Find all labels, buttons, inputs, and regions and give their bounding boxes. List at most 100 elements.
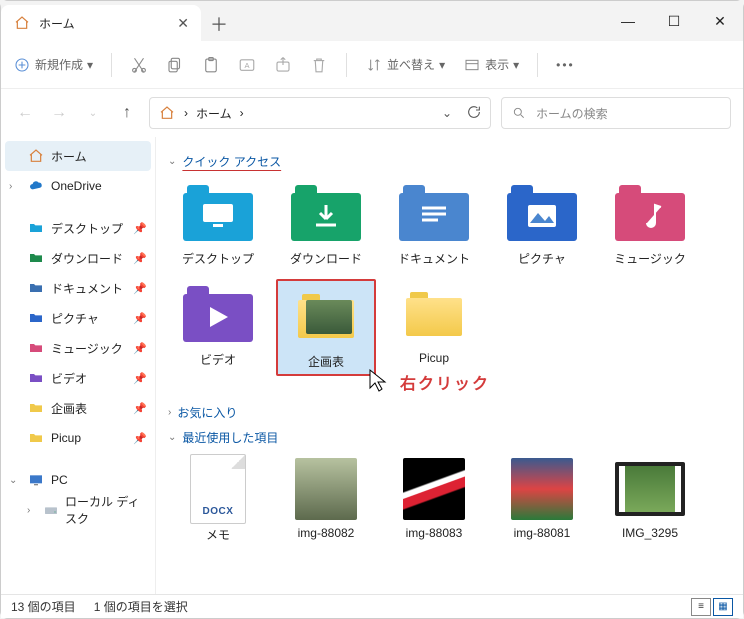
- sidebar-label: ビデオ: [51, 370, 87, 387]
- sidebar-item-pinned[interactable]: デスクトップ 📌: [1, 213, 155, 243]
- share-icon[interactable]: [274, 56, 292, 74]
- new-tab-button[interactable]: ＋: [201, 7, 237, 41]
- content-area: ⌄ クイック アクセス デスクトップ ダウンロード ドキュメント ピクチャ ミュ…: [156, 137, 743, 594]
- folder-item[interactable]: デスクトップ: [168, 178, 268, 271]
- paste-icon[interactable]: [202, 56, 220, 74]
- folder-item[interactable]: ミュージック: [600, 178, 700, 271]
- search-box[interactable]: ホームの検索: [501, 97, 731, 129]
- minimize-button[interactable]: ―: [605, 1, 651, 41]
- sidebar-item-pinned[interactable]: ピクチャ 📌: [1, 303, 155, 333]
- item-label: img-88082: [298, 526, 355, 540]
- collapse-caret-icon[interactable]: ⌄: [168, 432, 176, 443]
- sort-button[interactable]: 並べ替え▾: [365, 56, 445, 74]
- sidebar: ホーム › OneDrive デスクトップ 📌 ダウンロード 📌 ドキュメント …: [1, 137, 156, 594]
- folder-item[interactable]: ドキュメント: [384, 178, 484, 271]
- item-label: ミュージック: [614, 250, 686, 267]
- sidebar-item-pinned[interactable]: ダウンロード 📌: [1, 243, 155, 273]
- pin-icon: 📌: [133, 312, 147, 325]
- folder-item[interactable]: ダウンロード: [276, 178, 376, 271]
- sidebar-label: ダウンロード: [51, 250, 123, 267]
- folder-item[interactable]: ピクチャ: [492, 178, 592, 271]
- nav-row: ← → ⌄ ↑ › ホーム › ⌄ ホームの検索: [1, 89, 743, 137]
- close-window-button[interactable]: ✕: [697, 1, 743, 41]
- pin-icon: 📌: [133, 252, 147, 265]
- chevron-down-icon: ▾: [439, 58, 445, 72]
- item-label: ドキュメント: [398, 250, 470, 267]
- sidebar-label: OneDrive: [51, 179, 102, 193]
- status-selected: 1 個の項目を選択: [94, 598, 188, 615]
- sort-icon: [365, 56, 383, 74]
- folder-item[interactable]: 企画表: [276, 279, 376, 376]
- sidebar-item-localdisk[interactable]: › ローカル ディスク: [1, 495, 155, 525]
- expand-caret-icon[interactable]: ›: [168, 407, 171, 418]
- item-label: 企画表: [308, 353, 344, 370]
- rename-icon[interactable]: A: [238, 56, 256, 74]
- pin-icon: 📌: [133, 342, 147, 355]
- status-count: 13 個の項目: [11, 598, 76, 615]
- search-icon: [510, 104, 528, 122]
- cloud-icon: [27, 177, 45, 195]
- path-sep: ›: [184, 106, 188, 120]
- item-label: メモ: [206, 526, 230, 543]
- sidebar-label: ホーム: [51, 148, 87, 165]
- window-tab[interactable]: ホーム ✕: [1, 5, 201, 41]
- view-label: 表示: [485, 56, 509, 73]
- sidebar-item-onedrive[interactable]: › OneDrive: [1, 171, 155, 201]
- address-bar[interactable]: › ホーム › ⌄: [149, 97, 491, 129]
- folder-item[interactable]: Picup: [384, 279, 484, 376]
- expand-caret-icon[interactable]: ›: [9, 181, 21, 192]
- sidebar-item-home[interactable]: ホーム: [5, 141, 151, 171]
- sidebar-item-pinned[interactable]: ビデオ 📌: [1, 363, 155, 393]
- copy-icon[interactable]: [166, 56, 184, 74]
- cut-icon[interactable]: [130, 56, 148, 74]
- file-item[interactable]: img-88081: [492, 454, 592, 547]
- titlebar: ホーム ✕ ＋ ― ☐ ✕: [1, 1, 743, 41]
- folder-icon: [27, 279, 45, 297]
- item-label: ビデオ: [200, 351, 236, 368]
- maximize-button[interactable]: ☐: [651, 1, 697, 41]
- back-button[interactable]: ←: [13, 101, 37, 125]
- cursor-icon: [368, 368, 388, 394]
- file-item[interactable]: img-88082: [276, 454, 376, 547]
- path-root[interactable]: ホーム: [196, 105, 232, 122]
- new-button[interactable]: 新規作成 ▾: [13, 56, 93, 74]
- item-label: ピクチャ: [518, 250, 566, 267]
- section-label: クイック アクセス: [182, 153, 281, 170]
- sidebar-item-pc[interactable]: ⌄ PC: [1, 465, 155, 495]
- sidebar-item-pinned[interactable]: 企画表 📌: [1, 393, 155, 423]
- folder-icon: [502, 182, 582, 244]
- forward-button[interactable]: →: [47, 101, 71, 125]
- section-favorites[interactable]: › お気に入り: [168, 404, 731, 421]
- close-tab-icon[interactable]: ✕: [177, 15, 189, 32]
- sidebar-item-pinned[interactable]: ドキュメント 📌: [1, 273, 155, 303]
- address-chevron-icon[interactable]: ⌄: [442, 106, 452, 120]
- folder-icon: [178, 182, 258, 244]
- quick-access-grid: デスクトップ ダウンロード ドキュメント ピクチャ ミュージック ビデオ 企画表…: [168, 178, 731, 376]
- file-item[interactable]: DOCX メモ: [168, 454, 268, 547]
- file-item[interactable]: img-88083: [384, 454, 484, 547]
- view-large-icons-button[interactable]: ▦: [713, 598, 733, 616]
- more-button[interactable]: •••: [556, 58, 575, 72]
- history-chevron-icon[interactable]: ⌄: [81, 101, 105, 125]
- file-item[interactable]: IMG_3295: [600, 454, 700, 547]
- view-button[interactable]: 表示▾: [463, 56, 519, 74]
- tab-title: ホーム: [39, 15, 75, 32]
- section-recent[interactable]: ⌄ 最近使用した項目: [168, 429, 731, 446]
- expand-caret-icon[interactable]: ›: [27, 505, 37, 516]
- folder-icon: [610, 182, 690, 244]
- docx-icon: DOCX: [190, 454, 246, 524]
- refresh-icon[interactable]: [466, 104, 482, 123]
- folder-icon: [27, 399, 45, 417]
- up-button[interactable]: ↑: [115, 101, 139, 125]
- folder-item[interactable]: ビデオ: [168, 279, 268, 376]
- pin-icon: 📌: [133, 432, 147, 445]
- view-details-button[interactable]: ≡: [691, 598, 711, 616]
- sidebar-item-pinned[interactable]: ミュージック 📌: [1, 333, 155, 363]
- home-icon: [158, 104, 176, 122]
- sidebar-item-pinned[interactable]: Picup 📌: [1, 423, 155, 453]
- section-quick-access[interactable]: ⌄ クイック アクセス: [168, 153, 731, 170]
- sidebar-label: デスクトップ: [51, 220, 123, 237]
- collapse-caret-icon[interactable]: ⌄: [9, 475, 21, 486]
- collapse-caret-icon[interactable]: ⌄: [168, 156, 176, 167]
- delete-icon[interactable]: [310, 56, 328, 74]
